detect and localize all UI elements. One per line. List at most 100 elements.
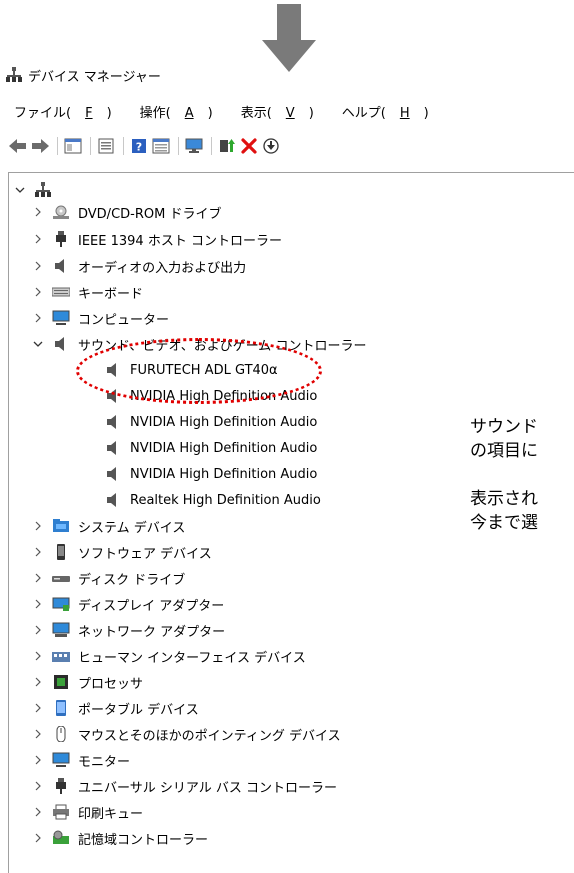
properties-icon	[98, 138, 114, 154]
view-button[interactable]	[151, 136, 171, 156]
usb-plug-icon	[56, 778, 66, 794]
tree-item-storage-controllers[interactable]: 記憶域コントローラー	[32, 826, 208, 850]
speaker-icon	[55, 337, 64, 351]
forward-arrow-icon	[32, 139, 49, 153]
tree-item-label: マウスとそのほかのポインティング デバイス	[78, 728, 341, 744]
chevron-right-icon[interactable]	[32, 676, 44, 688]
chevron-right-icon[interactable]	[32, 312, 44, 324]
menu-view[interactable]: 表示(V)	[241, 102, 328, 121]
system-folder-icon	[53, 519, 69, 532]
device-nvidia-hd-audio[interactable]: NVIDIA High Definition Audio	[104, 436, 317, 460]
chevron-right-icon[interactable]	[32, 572, 44, 584]
delete-x-icon	[241, 138, 257, 154]
tree-item-print-queues[interactable]: 印刷キュー	[32, 800, 143, 824]
tree-item-label: ユニバーサル シリアル バス コントローラー	[78, 780, 338, 796]
computer-network-icon	[35, 182, 51, 197]
toolbar: ?	[8, 134, 283, 158]
tree-item-ieee1394[interactable]: IEEE 1394 ホスト コントローラー	[32, 227, 282, 251]
tree-item-software-devices[interactable]: ソフトウェア デバイス	[32, 540, 212, 564]
help-icon: ?	[132, 139, 146, 154]
tree-root[interactable]	[14, 178, 60, 202]
device-nvidia-hd-audio[interactable]: NVIDIA High Definition Audio	[104, 462, 317, 486]
keyboard-icon	[52, 287, 70, 297]
show-hide-console-tree-button[interactable]	[63, 136, 83, 156]
menu-action[interactable]: 操作(A)	[140, 102, 227, 121]
chevron-right-icon[interactable]	[32, 598, 44, 610]
tree-item-label: ディスプレイ アダプター	[78, 598, 225, 614]
download-circle-icon	[263, 138, 279, 154]
update-driver-button[interactable]	[217, 136, 237, 156]
annotation-line: の項目に	[470, 441, 538, 461]
tree-item-label: キーボード	[78, 286, 144, 302]
tree-item-label: ポータブル デバイス	[78, 702, 199, 718]
tree-item-monitors[interactable]: モニター	[32, 748, 130, 772]
network-adapter-icon	[52, 622, 70, 637]
tree-item-keyboard[interactable]: キーボード	[32, 280, 143, 304]
update-driver-icon	[220, 139, 235, 152]
chevron-right-icon[interactable]	[32, 650, 44, 662]
chevron-right-icon[interactable]	[32, 260, 44, 272]
device-label: Realtek High Definition Audio	[130, 492, 321, 508]
properties-button[interactable]	[96, 136, 116, 156]
menu-help[interactable]: ヘルプ(H)	[342, 102, 443, 121]
device-realtek-hd-audio[interactable]: Realtek High Definition Audio	[104, 488, 321, 512]
chevron-right-icon[interactable]	[32, 728, 44, 740]
mouse-icon	[56, 726, 66, 742]
scan-hardware-button[interactable]	[184, 136, 204, 156]
plug-icon	[56, 231, 66, 247]
tree-item-system-devices[interactable]: システム デバイス	[32, 514, 185, 538]
enable-device-button[interactable]	[261, 136, 281, 156]
chevron-right-icon[interactable]	[32, 702, 44, 714]
device-manager-icon	[6, 67, 22, 82]
chevron-right-icon[interactable]	[32, 832, 44, 844]
chevron-right-icon[interactable]	[32, 780, 44, 792]
hid-keyboard-icon	[52, 652, 70, 662]
tree-item-display-adapters[interactable]: ディスプレイ アダプター	[32, 592, 224, 616]
tree-item-label: 記憶域コントローラー	[78, 832, 209, 848]
help-button[interactable]: ?	[129, 136, 149, 156]
device-label: NVIDIA High Definition Audio	[130, 466, 318, 482]
back-button[interactable]	[8, 136, 28, 156]
phone-device-icon	[57, 544, 65, 560]
chevron-right-icon[interactable]	[32, 286, 44, 298]
device-nvidia-hd-audio[interactable]: NVIDIA High Definition Audio	[104, 410, 317, 434]
tree-item-usb-controllers[interactable]: ユニバーサル シリアル バス コントローラー	[32, 774, 337, 798]
chevron-down-icon[interactable]	[14, 184, 26, 196]
chevron-right-icon[interactable]	[32, 233, 44, 245]
tree-item-network-adapters[interactable]: ネットワーク アダプター	[32, 618, 225, 642]
tree-item-dvd-cdrom[interactable]: DVD/CD-ROM ドライブ	[32, 200, 221, 224]
storage-controller-icon	[53, 830, 69, 844]
chevron-right-icon[interactable]	[32, 806, 44, 818]
chevron-down-icon[interactable]	[32, 338, 44, 350]
uninstall-device-button[interactable]	[239, 136, 259, 156]
console-tree-icon	[64, 138, 82, 154]
tree-item-label: ネットワーク アダプター	[78, 624, 226, 640]
chevron-right-icon[interactable]	[32, 546, 44, 558]
chevron-right-icon[interactable]	[32, 520, 44, 532]
tree-item-label: ディスク ドライブ	[78, 572, 186, 588]
annotation-line: 今まで選	[470, 513, 538, 533]
tree-item-processors[interactable]: プロセッサ	[32, 670, 143, 694]
view-icon	[152, 138, 170, 154]
menu-file[interactable]: ファイル(F)	[14, 102, 126, 121]
tree-item-hid[interactable]: ヒューマン インターフェイス デバイス	[32, 644, 306, 668]
window-title-bar: デバイス マネージャー	[6, 64, 161, 86]
tree-item-label: IEEE 1394 ホスト コントローラー	[78, 233, 282, 249]
tree-item-label: コンピューター	[78, 312, 170, 328]
tree-item-portable-devices[interactable]: ポータブル デバイス	[32, 696, 199, 720]
tree-item-audio-io[interactable]: オーディオの入力および出力	[32, 254, 246, 278]
speaker-icon	[107, 493, 116, 507]
device-label: NVIDIA High Definition Audio	[130, 414, 318, 430]
tree-item-label: DVD/CD-ROM ドライブ	[78, 206, 222, 222]
chevron-right-icon[interactable]	[32, 754, 44, 766]
portable-device-icon	[56, 700, 66, 716]
speaker-icon	[107, 441, 116, 455]
forward-button[interactable]	[30, 136, 50, 156]
tree-item-label: モニター	[78, 754, 131, 770]
tree-item-label: ヒューマン インターフェイス デバイス	[78, 650, 306, 666]
chevron-right-icon[interactable]	[32, 624, 44, 636]
tree-item-disk-drives[interactable]: ディスク ドライブ	[32, 566, 185, 590]
chevron-right-icon[interactable]	[32, 206, 44, 218]
tree-item-computer[interactable]: コンピューター	[32, 306, 169, 330]
tree-item-mice[interactable]: マウスとそのほかのポインティング デバイス	[32, 722, 341, 746]
